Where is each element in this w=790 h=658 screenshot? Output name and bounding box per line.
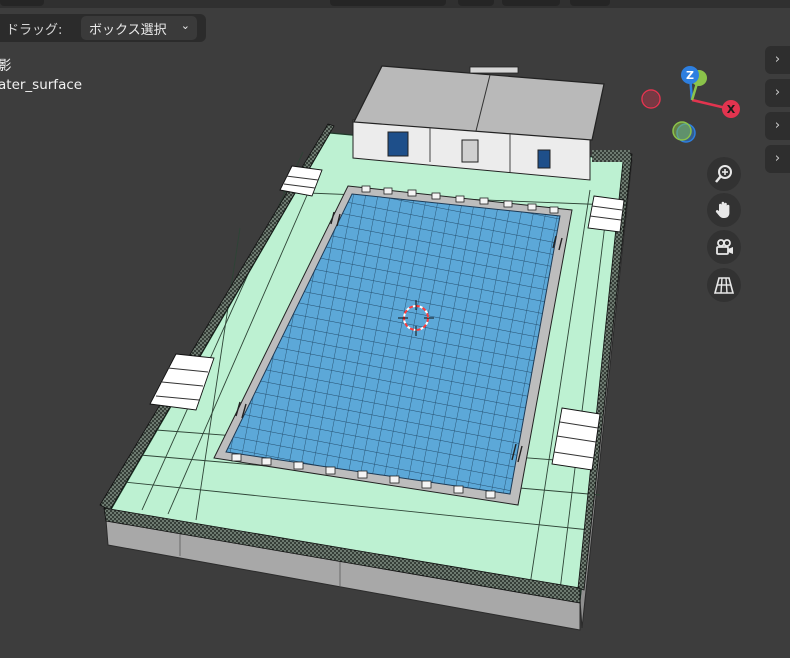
navigation-gizmo[interactable]: Z X	[636, 62, 746, 152]
sidebar-tab-3[interactable]: ›	[765, 112, 790, 140]
view-title: 影	[0, 58, 12, 74]
chevron-right-icon: ›	[774, 52, 781, 67]
pan-button[interactable]	[707, 193, 741, 227]
sidebar-tab-2[interactable]: ›	[765, 79, 790, 107]
sidebar-tab-1[interactable]: ›	[765, 46, 790, 74]
sidebar-tab-4[interactable]: ›	[765, 145, 790, 173]
camera-view-button[interactable]	[707, 230, 741, 264]
zoom-icon	[715, 165, 732, 183]
drag-label: ドラッグ:	[6, 23, 63, 38]
chevron-right-icon: ›	[774, 151, 781, 166]
drag-mode-value: ボックス選択	[89, 23, 167, 38]
axis-neg-x-fill	[643, 91, 659, 107]
fence-back	[592, 150, 630, 162]
camera-icon	[716, 239, 733, 255]
axis-x-label: X	[727, 103, 736, 116]
active-object-name: ater_surface	[0, 77, 83, 93]
zoom-button[interactable]	[707, 157, 741, 191]
axis-z-label: Z	[686, 69, 694, 82]
chevron-right-icon: ›	[774, 118, 781, 133]
axis-neg-y-handle[interactable]	[672, 121, 692, 141]
perspective-toggle-button[interactable]	[707, 268, 741, 302]
chevron-right-icon: ›	[774, 85, 781, 100]
drag-mode-dropdown[interactable]: ボックス選択 ⌄	[81, 16, 197, 40]
chevron-down-icon: ⌄	[180, 19, 190, 32]
pan-hand-icon	[715, 201, 730, 218]
grid-perspective-icon	[714, 277, 734, 294]
